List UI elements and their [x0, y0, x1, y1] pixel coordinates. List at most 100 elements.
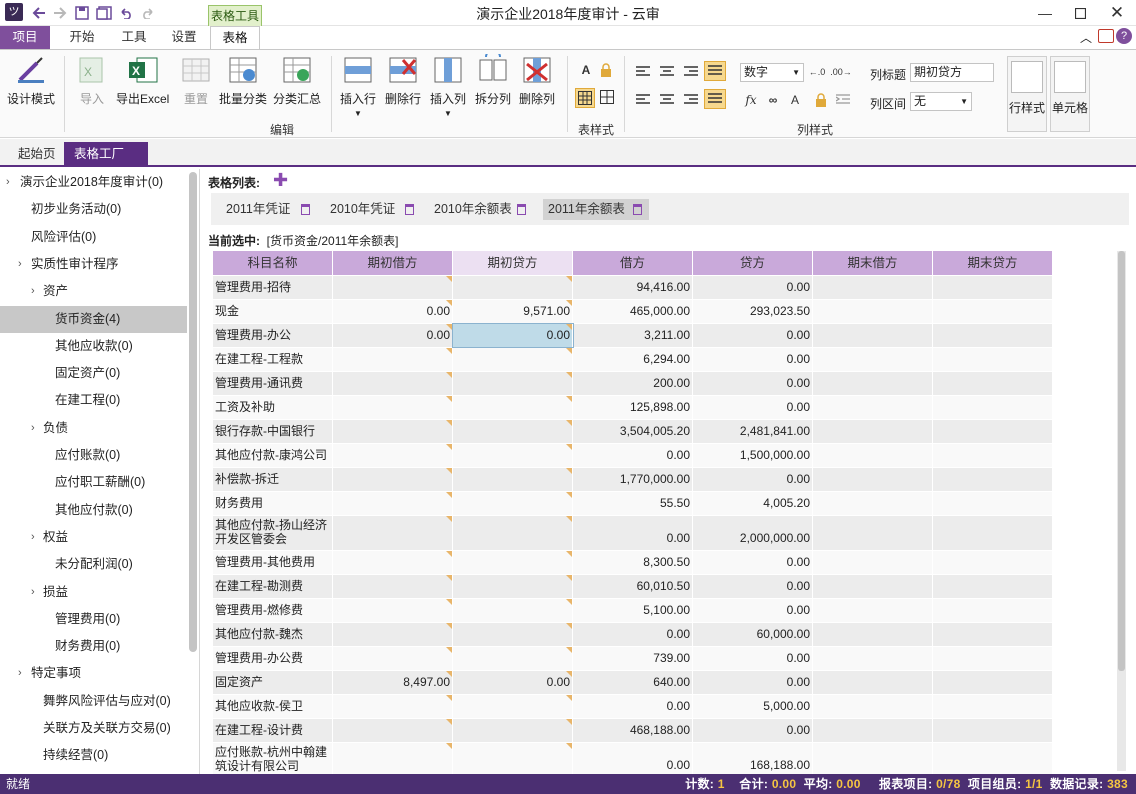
table-cell[interactable]: 5,000.00: [693, 695, 813, 718]
align-left-icon[interactable]: [634, 64, 652, 80]
table-cell[interactable]: [453, 516, 573, 550]
chevron-right-icon[interactable]: ›: [31, 524, 35, 551]
align-center-icon[interactable]: [658, 64, 676, 80]
table-cell[interactable]: [933, 516, 1053, 550]
tree-item[interactable]: › 权益: [0, 524, 187, 551]
table-tab[interactable]: 2010年凭证: [325, 199, 421, 220]
table-cell[interactable]: [933, 671, 1053, 694]
scrollbar-thumb[interactable]: [1118, 251, 1125, 671]
tree-item[interactable]: 风险评估(0): [0, 224, 187, 251]
valign-fill-icon[interactable]: [704, 89, 726, 109]
table-tab[interactable]: 2011年余额表: [543, 199, 649, 220]
table-cell[interactable]: [453, 348, 573, 371]
table-cell[interactable]: [333, 599, 453, 622]
table-cell[interactable]: 1,500,000.00: [693, 444, 813, 467]
table-cell[interactable]: [813, 420, 933, 443]
chevron-right-icon[interactable]: ›: [6, 169, 10, 196]
reset-button[interactable]: 重置: [180, 54, 212, 107]
table-cell[interactable]: 0.00: [453, 671, 573, 694]
table-cell[interactable]: [813, 444, 933, 467]
chevron-right-icon[interactable]: ›: [18, 251, 22, 278]
delete-column-button[interactable]: 删除列: [519, 54, 555, 107]
table-cell[interactable]: 财务费用: [213, 492, 333, 515]
table-cell[interactable]: 0.00: [693, 599, 813, 622]
table-cell[interactable]: 其他应收款-侯卫: [213, 695, 333, 718]
tree-item[interactable]: 未分配利润(0): [0, 551, 187, 578]
font-color-icon[interactable]: A: [786, 92, 804, 108]
table-cell[interactable]: [933, 743, 1053, 774]
link-icon[interactable]: ∞: [764, 92, 782, 108]
tree-item[interactable]: 初步业务活动(0): [0, 196, 187, 223]
table-cell[interactable]: [933, 372, 1053, 395]
table-cell[interactable]: 0.00: [333, 300, 453, 323]
tree-item[interactable]: › 实质性审计程序: [0, 251, 187, 278]
batch-classify-button[interactable]: 批量分类: [219, 54, 267, 107]
table-cell[interactable]: 293,023.50: [693, 300, 813, 323]
classify-summary-button[interactable]: 分类汇总: [273, 54, 321, 107]
tree-item[interactable]: 舞弊风险评估与应对(0): [0, 688, 187, 715]
table-cell[interactable]: 94,416.00: [573, 276, 693, 299]
table-cell[interactable]: [933, 444, 1053, 467]
table-cell[interactable]: 银行存款-中国银行: [213, 420, 333, 443]
table-cell[interactable]: [453, 276, 573, 299]
chevron-right-icon[interactable]: ›: [31, 278, 35, 305]
table-border-icon[interactable]: [598, 89, 616, 105]
forward-icon[interactable]: [51, 4, 69, 22]
table-cell[interactable]: 468,188.00: [573, 719, 693, 742]
back-icon[interactable]: [30, 4, 48, 22]
table-cell[interactable]: [333, 647, 453, 670]
chevron-right-icon[interactable]: ›: [31, 415, 35, 442]
table-cell[interactable]: [933, 551, 1053, 574]
tab-start-page[interactable]: 起始页: [8, 142, 66, 167]
table-cell[interactable]: [813, 695, 933, 718]
table-cell[interactable]: 管理费用-办公费: [213, 647, 333, 670]
align-justify-icon[interactable]: [704, 61, 726, 81]
table-cell[interactable]: 0.00: [333, 324, 453, 347]
table-cell[interactable]: [333, 372, 453, 395]
table-cell[interactable]: [933, 623, 1053, 646]
row-style-button[interactable]: 行样式: [1007, 56, 1047, 132]
table-cell[interactable]: 2,000,000.00: [693, 516, 813, 550]
minimize-button[interactable]: —: [1030, 2, 1060, 24]
table-cell[interactable]: 6,294.00: [573, 348, 693, 371]
table-cell[interactable]: 465,000.00: [573, 300, 693, 323]
tab-table[interactable]: 表格: [210, 26, 260, 50]
table-cell[interactable]: [933, 468, 1053, 491]
tree-item[interactable]: 在建工程(0): [0, 387, 187, 414]
table-cell[interactable]: 2,481,841.00: [693, 420, 813, 443]
table-cell[interactable]: 在建工程-勘测费: [213, 575, 333, 598]
table-cell[interactable]: [933, 719, 1053, 742]
table-cell[interactable]: [453, 372, 573, 395]
table-cell[interactable]: [333, 348, 453, 371]
tree-item[interactable]: › 特定事项: [0, 660, 187, 687]
table-cell[interactable]: 3,211.00: [573, 324, 693, 347]
column-lock-icon[interactable]: [812, 92, 830, 108]
table-cell[interactable]: 管理费用-办公: [213, 324, 333, 347]
active-cell[interactable]: 0.00: [452, 323, 574, 348]
table-cell[interactable]: [453, 719, 573, 742]
message-icon[interactable]: [1098, 29, 1114, 43]
column-header[interactable]: 借方: [573, 251, 693, 275]
decrease-decimal-icon[interactable]: .00→: [830, 64, 852, 80]
table-cell[interactable]: 0.00: [573, 623, 693, 646]
tree-item[interactable]: 应付职工薪酬(0): [0, 469, 187, 496]
table-cell[interactable]: [813, 492, 933, 515]
column-header[interactable]: 期末贷方: [933, 251, 1053, 275]
table-cell[interactable]: [813, 324, 933, 347]
column-range-select[interactable]: 无 ▼: [910, 92, 972, 111]
table-cell[interactable]: 0.00: [573, 695, 693, 718]
sidebar-scrollbar[interactable]: [189, 172, 197, 652]
design-mode-button[interactable]: 设计模式: [7, 54, 55, 107]
table-tab[interactable]: 2011年凭证: [221, 199, 317, 220]
table-cell[interactable]: 0.00: [693, 551, 813, 574]
tree-item[interactable]: › 损益: [0, 579, 187, 606]
table-cell[interactable]: 工资及补助: [213, 396, 333, 419]
table-cell[interactable]: [813, 623, 933, 646]
table-cell[interactable]: [813, 551, 933, 574]
table-cell[interactable]: 0.00: [693, 372, 813, 395]
table-cell[interactable]: 640.00: [573, 671, 693, 694]
table-cell[interactable]: [333, 623, 453, 646]
table-cell[interactable]: [453, 743, 573, 774]
table-cell[interactable]: [453, 420, 573, 443]
tree-item[interactable]: 关联方及关联方交易(0): [0, 715, 187, 742]
